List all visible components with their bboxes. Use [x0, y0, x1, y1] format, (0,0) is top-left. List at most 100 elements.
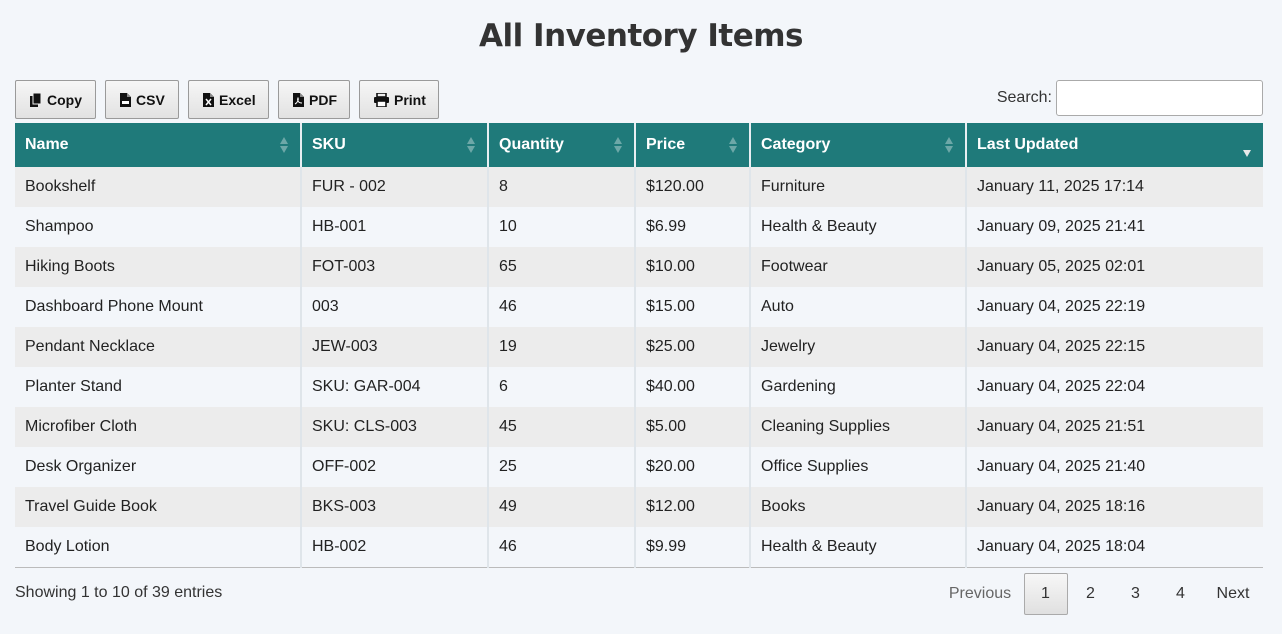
cell-last-updated: January 04, 2025 21:51 — [966, 407, 1263, 447]
cell-quantity: 49 — [488, 487, 636, 527]
excel-button[interactable]: Excel — [188, 80, 269, 119]
sort-icon — [280, 136, 289, 154]
cell-sku: OFF-002 — [301, 447, 489, 487]
excel-file-icon — [203, 92, 214, 107]
table-row[interactable]: Hiking Boots FOT-003 65 $10.00 Footwear Janua… — [15, 247, 1263, 287]
copy-icon — [30, 92, 42, 107]
pdf-button[interactable]: PDF — [278, 80, 350, 119]
pdf-file-icon — [293, 92, 304, 107]
search-label: Search: — [996, 89, 1052, 106]
cell-price: $15.00 — [635, 287, 751, 327]
table-row[interactable]: Microfiber Cloth SKU: CLS-003 45 $5.00 Clean… — [15, 407, 1263, 447]
cell-quantity: 65 — [488, 247, 636, 287]
inventory-table: Name SKU Quantity Price Category Last Updated… — [15, 123, 1263, 568]
print-button-label: Print — [394, 91, 426, 108]
sort-icon — [614, 136, 623, 154]
cell-price: $120.00 — [635, 167, 751, 207]
cell-name: Desk Organizer — [15, 447, 302, 487]
cell-last-updated: January 04, 2025 18:16 — [966, 487, 1263, 527]
cell-price: $40.00 — [635, 367, 751, 407]
cell-quantity: 46 — [488, 287, 636, 327]
cell-last-updated: January 05, 2025 02:01 — [966, 247, 1263, 287]
cell-name: Pendant Necklace — [15, 327, 302, 367]
page-button-4[interactable]: 4 — [1159, 573, 1203, 615]
sort-icon — [467, 136, 476, 154]
column-header-quantity[interactable]: Quantity — [488, 123, 636, 167]
cell-quantity: 45 — [488, 407, 636, 447]
table-row[interactable]: Dashboard Phone Mount 003 46 $15.00 Auto Janu… — [15, 287, 1263, 327]
pdf-button-label: PDF — [309, 91, 337, 108]
csv-file-icon — [120, 92, 131, 107]
cell-price: $12.00 — [635, 487, 751, 527]
column-header-label: Last Updated — [977, 136, 1079, 153]
column-header-label: Price — [646, 136, 686, 153]
cell-last-updated: January 04, 2025 22:19 — [966, 287, 1263, 327]
table-row[interactable]: Body Lotion HB-002 46 $9.99 Health & Beauty J… — [15, 527, 1263, 568]
page-button-3[interactable]: 3 — [1114, 573, 1158, 615]
next-page-button[interactable]: Next — [1203, 573, 1263, 615]
table-body: Bookshelf FUR - 002 8 $120.00 Furniture Janua… — [15, 167, 1263, 568]
table-row[interactable]: Planter Stand SKU: GAR-004 6 $40.00 Gardenin… — [15, 367, 1263, 407]
cell-last-updated: January 04, 2025 21:40 — [966, 447, 1263, 487]
column-header-last-updated[interactable]: Last Updated — [966, 123, 1263, 167]
cell-sku: FOT-003 — [301, 247, 489, 287]
cell-quantity: 25 — [488, 447, 636, 487]
cell-last-updated: January 09, 2025 21:41 — [966, 207, 1263, 247]
table-row[interactable]: Travel Guide Book BKS-003 49 $12.00 Books Jan… — [15, 487, 1263, 527]
search-input[interactable] — [1056, 80, 1263, 116]
cell-name: Bookshelf — [15, 167, 302, 207]
print-button[interactable]: Print — [359, 80, 439, 119]
cell-price: $9.99 — [635, 527, 751, 568]
cell-category: Books — [750, 487, 967, 527]
cell-category: Footwear — [750, 247, 967, 287]
column-header-label: Quantity — [499, 136, 564, 153]
cell-sku: HB-001 — [301, 207, 489, 247]
cell-category: Furniture — [750, 167, 967, 207]
copy-button-label: Copy — [47, 91, 82, 108]
cell-name: Dashboard Phone Mount — [15, 287, 302, 327]
cell-sku: HB-002 — [301, 527, 489, 568]
cell-name: Travel Guide Book — [15, 487, 302, 527]
cell-category: Health & Beauty — [750, 207, 967, 247]
cell-quantity: 19 — [488, 327, 636, 367]
column-header-price[interactable]: Price — [635, 123, 751, 167]
previous-page-button[interactable]: Previous — [937, 573, 1023, 615]
column-header-category[interactable]: Category — [750, 123, 967, 167]
page-title: All Inventory Items — [479, 18, 803, 54]
search-box: Search: — [997, 80, 1263, 116]
csv-button[interactable]: CSV — [105, 80, 179, 119]
export-toolbar: Copy CSV Excel PDF Print — [15, 80, 439, 119]
table-row[interactable]: Shampoo HB-001 10 $6.99 Health & Beauty Janua… — [15, 207, 1263, 247]
cell-category: Jewelry — [750, 327, 967, 367]
cell-sku: BKS-003 — [301, 487, 489, 527]
cell-name: Hiking Boots — [15, 247, 302, 287]
table-row[interactable]: Pendant Necklace JEW-003 19 $25.00 Jewelry Ja… — [15, 327, 1263, 367]
column-header-label: Name — [25, 136, 69, 153]
cell-name: Body Lotion — [15, 527, 302, 568]
column-header-sku[interactable]: SKU — [301, 123, 489, 167]
cell-sku: JEW-003 — [301, 327, 489, 367]
copy-button[interactable]: Copy — [15, 80, 96, 119]
cell-category: Health & Beauty — [750, 527, 967, 568]
cell-price: $6.99 — [635, 207, 751, 247]
cell-price: $10.00 — [635, 247, 751, 287]
cell-quantity: 10 — [488, 207, 636, 247]
column-header-label: Category — [761, 136, 831, 153]
page-button-2[interactable]: 2 — [1069, 573, 1113, 615]
cell-quantity: 6 — [488, 367, 636, 407]
cell-last-updated: January 04, 2025 18:04 — [966, 527, 1263, 568]
sort-icon — [729, 136, 738, 154]
cell-sku: SKU: CLS-003 — [301, 407, 489, 447]
table-info: Showing 1 to 10 of 39 entries — [15, 584, 223, 601]
column-header-name[interactable]: Name — [15, 123, 302, 167]
sort-icon — [945, 136, 954, 154]
pagination: Previous 1234 Next — [937, 573, 1263, 615]
cell-name: Planter Stand — [15, 367, 302, 407]
table-row[interactable]: Bookshelf FUR - 002 8 $120.00 Furniture Janua… — [15, 167, 1263, 207]
cell-sku: 003 — [301, 287, 489, 327]
cell-sku: FUR - 002 — [301, 167, 489, 207]
cell-last-updated: January 04, 2025 22:04 — [966, 367, 1263, 407]
table-row[interactable]: Desk Organizer OFF-002 25 $20.00 Office Supp… — [15, 447, 1263, 487]
cell-category: Cleaning Supplies — [750, 407, 967, 447]
page-button-1[interactable]: 1 — [1023, 573, 1068, 615]
